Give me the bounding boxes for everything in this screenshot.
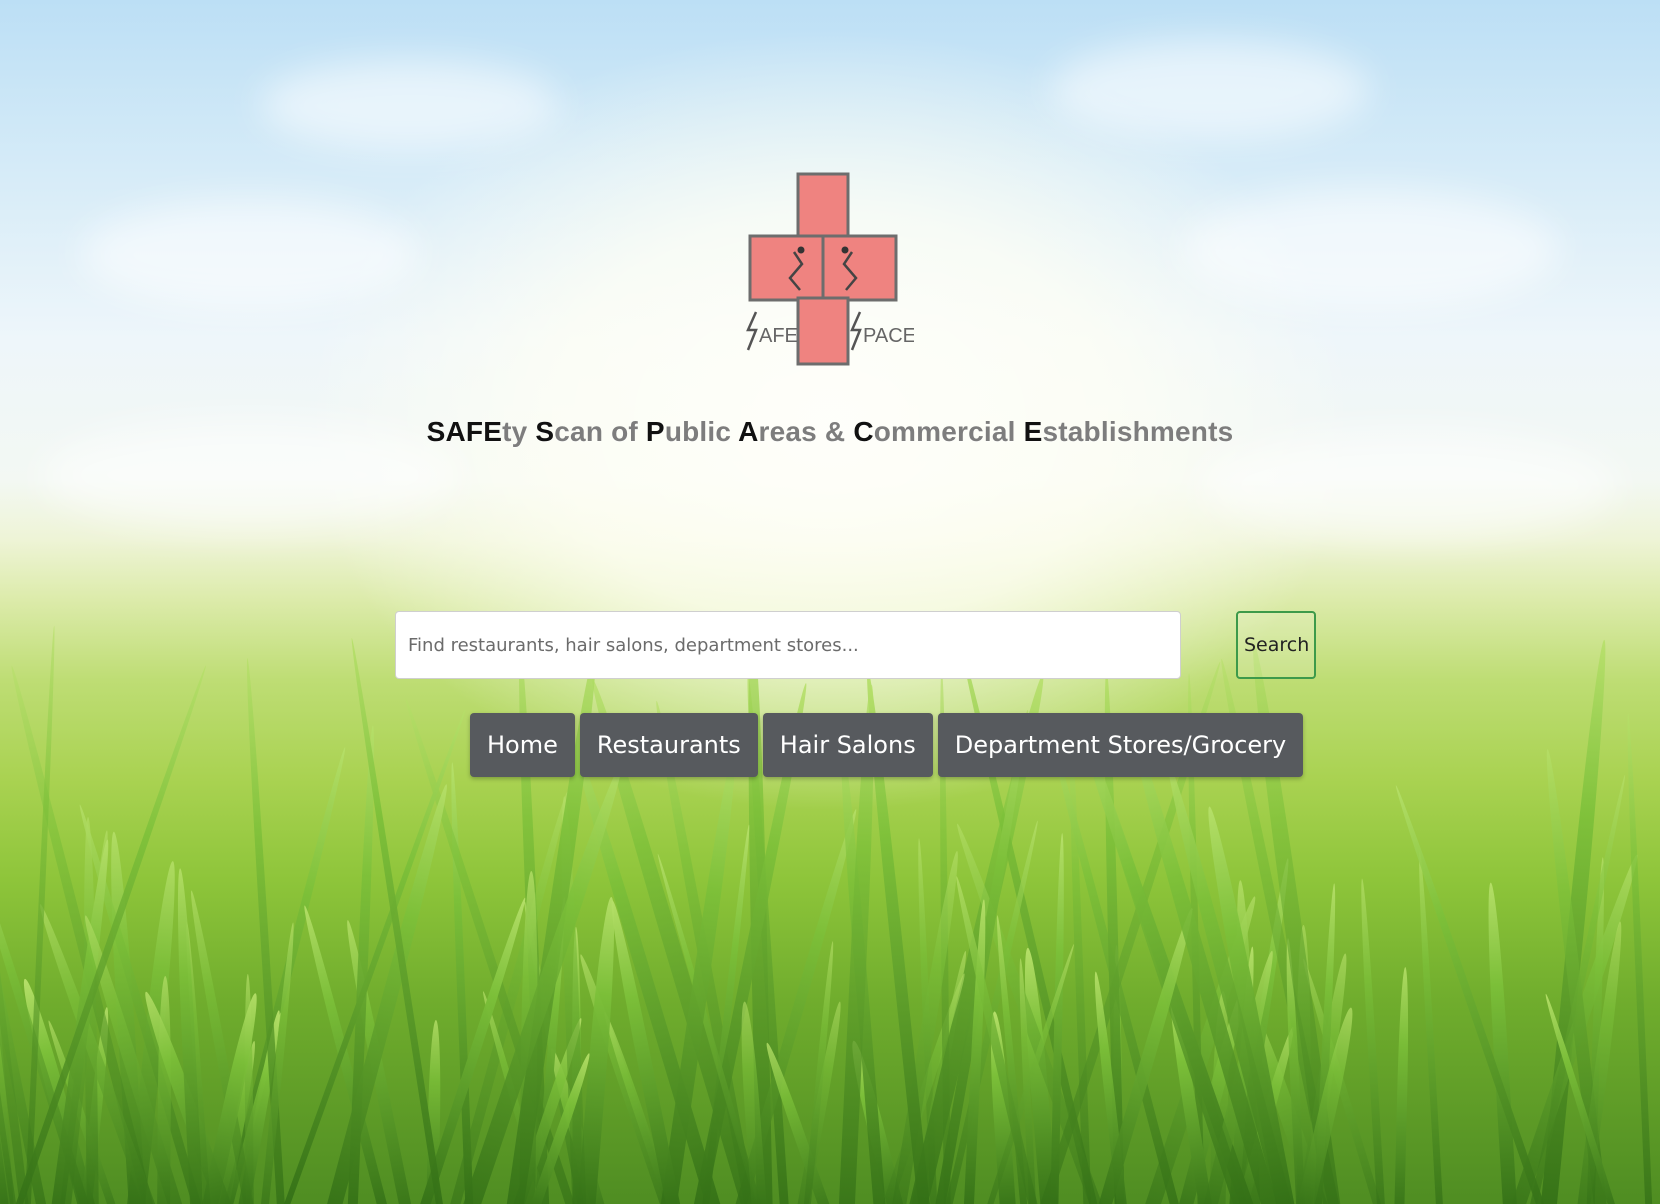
tagline-capital: E (1023, 416, 1043, 447)
grass-blade (1624, 713, 1653, 1204)
tagline-text: ublic (664, 416, 739, 447)
logo-text-right: PACE (863, 325, 914, 347)
grass-blade (1394, 966, 1411, 1204)
cloud (1180, 190, 1560, 310)
search-button[interactable]: Search (1236, 611, 1316, 679)
page-background: AFE PACE SAFEty Scan of Public Areas & C… (0, 0, 1660, 1204)
tagline: SAFEty Scan of Public Areas & Commercial… (0, 416, 1660, 448)
safe-space-logo: AFE PACE (746, 172, 914, 366)
hair-salons-button[interactable]: Hair Salons (762, 713, 933, 777)
tagline-text: reas & (758, 416, 854, 447)
tagline-text: ty (502, 416, 536, 447)
logo-text-left: AFE (759, 325, 798, 347)
restaurants-button[interactable]: Restaurants (579, 713, 758, 777)
cloud (80, 200, 420, 310)
tagline-text: stablishments (1042, 416, 1234, 447)
logo-figure-head-right (841, 246, 849, 254)
cloud (1050, 40, 1370, 140)
tagline-capital: S (535, 416, 555, 447)
grass-blade (1392, 783, 1551, 1204)
home-button[interactable]: Home (470, 713, 575, 777)
tagline-text: can of (554, 416, 646, 447)
tagline-text: ommercial (873, 416, 1024, 447)
cloud (260, 60, 560, 150)
tagline-capital: P (645, 416, 665, 447)
logo-cross-bottom (796, 296, 850, 366)
tagline-capital: A (738, 416, 759, 447)
tagline-capital: C (853, 416, 874, 447)
tagline-capital: SAFE (426, 416, 503, 447)
department-stores-button[interactable]: Department Stores/Grocery (937, 713, 1304, 777)
logo-s-right (850, 311, 862, 351)
logo-s-left (746, 311, 758, 351)
logo-figure-head-left (797, 246, 805, 254)
search-input[interactable] (395, 611, 1181, 679)
category-nav: Home Restaurants Hair Salons Department … (470, 713, 1304, 777)
logo-cross-top (796, 172, 850, 240)
